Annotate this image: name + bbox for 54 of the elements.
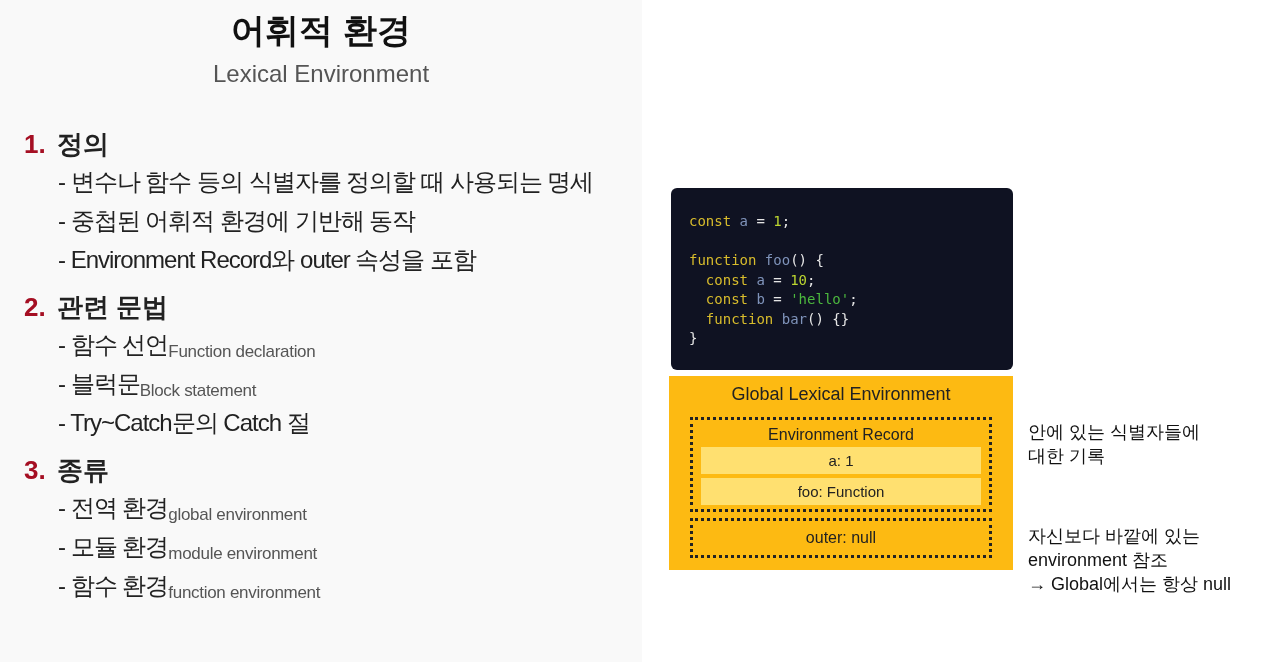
code-token: () {} (807, 310, 850, 327)
record-entry: a: 1 (701, 447, 981, 474)
code-token: 'hello' (790, 291, 850, 307)
code-token: function (704, 310, 775, 327)
list-item: - Environment Record와 outer 속성을 포함 (58, 245, 477, 275)
diagram-title: Global Lexical Environment (731, 383, 951, 406)
list-item: - 블럭문 (58, 369, 140, 399)
section-heading: 정의 (57, 128, 109, 161)
section-number: 1. (24, 128, 47, 161)
note-line: environment 참조 (1028, 549, 1170, 572)
term-note: Block statement (139, 381, 257, 402)
list-item: - 중첩된 어휘적 환경에 기반해 동작 (58, 206, 416, 236)
section-heading: 종류 (57, 454, 109, 487)
section-number: 3. (24, 454, 47, 487)
section-number: 2. (24, 291, 47, 324)
code-token: 1 (773, 213, 782, 229)
outer-reference-box: outer: null (690, 518, 992, 558)
code-token: a (756, 271, 765, 288)
list-item: - 함수 선언 (58, 330, 169, 360)
section-heading: 관련 문법 (57, 291, 169, 324)
code-token: () { (790, 252, 824, 268)
note-line: 자신보다 바깥에 있는 (1028, 525, 1201, 548)
code-token: } (689, 330, 698, 346)
list-item: - 전역 환경 (58, 493, 169, 523)
code-token: ; (781, 213, 791, 229)
record-title: Environment Record (768, 425, 914, 445)
code-token: ; (807, 271, 816, 288)
list-item: - 모듈 환경 (58, 532, 169, 562)
term-note: function environment (168, 583, 321, 604)
list-item: - 함수 환경 (58, 571, 169, 601)
term-note: Function declaration (168, 341, 316, 363)
code-token: b (756, 291, 765, 307)
code-token: 10 (790, 271, 808, 288)
record-entry: foo: Function (701, 478, 981, 505)
list-item: - Try~Catch문의 Catch 절 (58, 408, 310, 438)
code-token: const (704, 291, 749, 307)
code-token: = (772, 271, 783, 288)
code-token: function (689, 252, 758, 268)
code-token: = (755, 213, 766, 229)
code-token: = (772, 291, 783, 307)
code-token: const (704, 271, 749, 288)
slide-title: 어휘적 환경 (231, 10, 411, 51)
code-token: foo (764, 252, 791, 268)
code-token: a (739, 213, 748, 229)
code-token: bar (781, 310, 807, 327)
term-note: global environment (168, 504, 307, 526)
note-line: → Global에서는 항상 null (1028, 573, 1232, 596)
note-line: 안에 있는 식별자들에 (1028, 421, 1200, 444)
note-line: 대한 기록 (1028, 445, 1106, 468)
code-token: const (689, 213, 733, 229)
code-token: ; (849, 291, 858, 307)
slide-subtitle: Lexical Environment (212, 59, 430, 89)
term-note: module environment (168, 543, 317, 565)
list-item: - 변수나 함수 등의 식별자를 정의할 때 사용되는 명세 (58, 167, 594, 197)
